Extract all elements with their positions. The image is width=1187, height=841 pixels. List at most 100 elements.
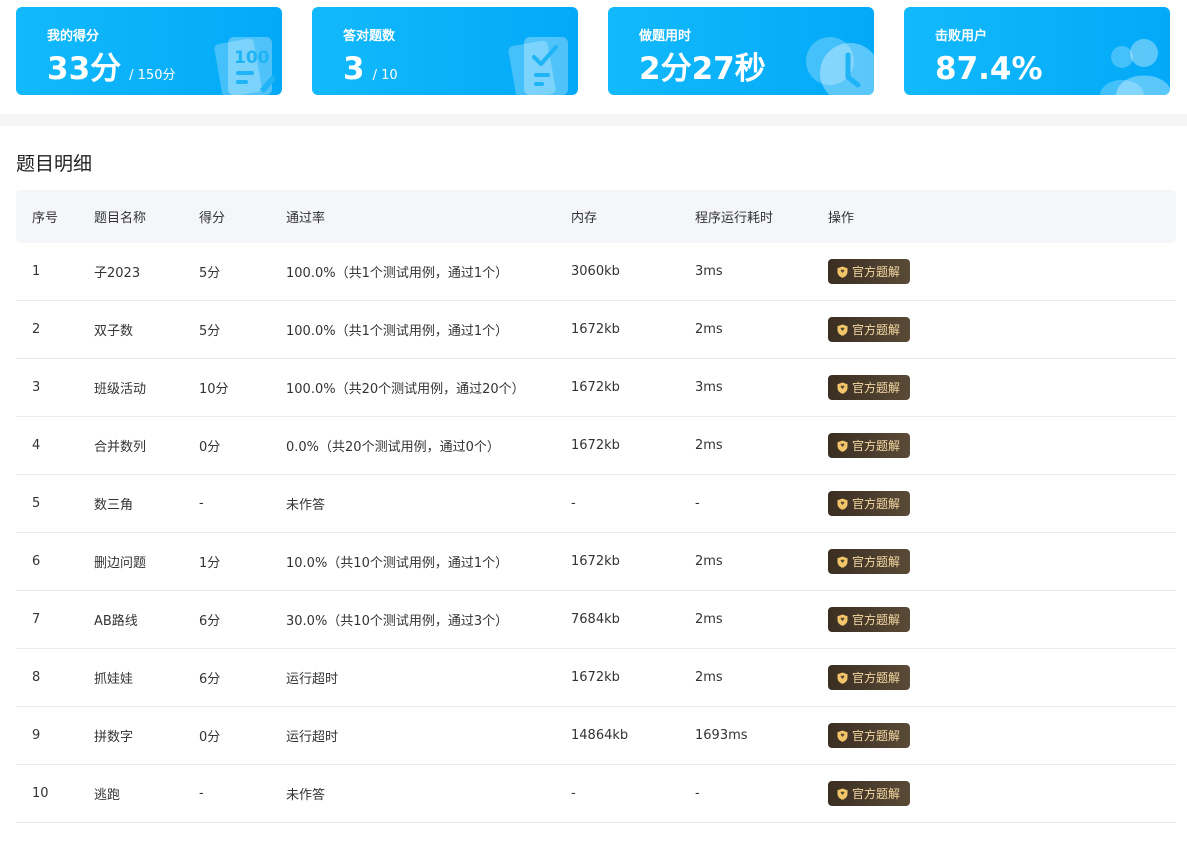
header-runtime: 程序运行耗时 [695,211,774,226]
official-solution-label: 官方题解 [852,613,901,627]
row-score: 10分 [199,382,229,397]
row-action: 官方题解 [828,765,911,822]
row-runtime: 2ms [695,438,723,453]
official-solution-label: 官方题解 [852,497,901,511]
stat-card-score: 我的得分 33分 / 150分 100 [16,7,282,95]
row-score: - [199,786,204,801]
stat-label: 做题用时 [639,29,692,44]
table-header: 序号 题目名称 得分 通过率 内存 程序运行耗时 操作 [16,190,1176,243]
row-problem-name: AB路线 [94,614,138,629]
stats-area: 我的得分 33分 / 150分 100 答对题数 3/ 10 做题用时 2分27秒… [0,0,1187,116]
row-index: 1 [32,264,41,279]
table-row: 3 班级活动 10分 100.0%（共20个测试用例，通过20个） 1672kb… [16,359,1176,417]
official-solution-label: 官方题解 [852,555,901,569]
row-memory: 14864kb [571,728,629,743]
shield-icon [837,788,848,800]
row-pass-rate: 100.0%（共1个测试用例，通过1个） [286,266,509,281]
official-solution-label: 官方题解 [852,439,901,453]
row-score: 5分 [199,324,221,339]
table-row: 7 AB路线 6分 30.0%（共10个测试用例，通过3个） 7684kb 2m… [16,591,1176,649]
stat-label: 我的得分 [47,29,100,44]
row-action: 官方题解 [828,591,911,648]
row-problem-name: 子2023 [94,266,141,281]
row-memory: - [571,496,576,511]
row-action: 官方题解 [828,359,911,416]
shield-icon [837,730,848,742]
shield-icon [837,556,848,568]
table-row: 6 删边问题 1分 10.0%（共10个测试用例，通过1个） 1672kb 2m… [16,533,1176,591]
official-solution-button[interactable]: 官方题解 [828,607,911,632]
row-pass-rate: 10.0%（共10个测试用例，通过1个） [286,556,509,571]
row-pass-rate: 运行超时 [286,672,339,687]
row-runtime: 2ms [695,670,723,685]
row-action: 官方题解 [828,417,911,474]
row-memory: - [571,786,576,801]
problem-table: 序号 题目名称 得分 通过率 内存 程序运行耗时 操作 1 子2023 5分 1… [16,190,1176,823]
section-divider [0,114,1187,126]
shield-icon [837,672,848,684]
shield-icon [837,498,848,510]
official-solution-button[interactable]: 官方题解 [828,781,911,806]
stat-value-row: 33分 / 150分 [47,51,175,87]
header-pass-rate: 通过率 [286,211,326,226]
score-sheet-icon: 100 [214,37,276,95]
row-action: 官方题解 [828,301,911,358]
header-name: 题目名称 [94,211,147,226]
row-runtime: 2ms [695,612,723,627]
row-pass-rate: 100.0%（共20个测试用例，通过20个） [286,382,525,397]
table-row: 5 数三角 - 未作答 - - 官方题解 [16,475,1176,533]
official-solution-button[interactable]: 官方题解 [828,723,911,748]
row-score: 0分 [199,730,221,745]
table-row: 8 抓娃娃 6分 运行超时 1672kb 2ms 官方题解 [16,649,1176,707]
header-score: 得分 [199,211,226,226]
official-solution-button[interactable]: 官方题解 [828,491,911,516]
stat-value: 87.4% [935,51,1043,87]
row-score: 0分 [199,440,221,455]
stat-sub: / 150分 [129,68,176,83]
stat-label: 击败用户 [935,29,988,44]
official-solution-button[interactable]: 官方题解 [828,259,911,284]
official-solution-button[interactable]: 官方题解 [828,317,911,342]
row-problem-name: 拼数字 [94,730,134,745]
row-index: 4 [32,438,41,453]
users-icon [1100,39,1170,95]
stat-value: 2分27秒 [639,51,766,87]
shield-icon [837,324,848,336]
row-index: 7 [32,612,41,627]
table-row: 2 双子数 5分 100.0%（共1个测试用例，通过1个） 1672kb 2ms… [16,301,1176,359]
shield-icon [837,440,848,452]
official-solution-label: 官方题解 [852,671,901,685]
official-solution-button[interactable]: 官方题解 [828,549,911,574]
row-runtime: 3ms [695,264,723,279]
row-score: 6分 [199,614,221,629]
row-memory: 1672kb [571,438,620,453]
official-solution-button[interactable]: 官方题解 [828,665,911,690]
row-index: 5 [32,496,41,511]
stat-value-row: 87.4% [935,51,1051,87]
svg-text:100: 100 [234,48,270,68]
shield-icon [837,614,848,626]
table-body: 1 子2023 5分 100.0%（共1个测试用例，通过1个） 3060kb 3… [16,243,1176,823]
official-solution-button[interactable]: 官方题解 [828,433,911,458]
stat-value: 33分 [47,51,122,87]
row-problem-name: 双子数 [94,324,134,339]
row-pass-rate: 100.0%（共1个测试用例，通过1个） [286,324,509,339]
row-memory: 7684kb [571,612,620,627]
stat-card-time: 做题用时 2分27秒 [608,7,874,95]
stat-value: 3 [343,51,365,87]
header-memory: 内存 [571,211,598,226]
table-row: 4 合并数列 0分 0.0%（共20个测试用例，通过0个） 1672kb 2ms… [16,417,1176,475]
official-solution-label: 官方题解 [852,729,901,743]
official-solution-button[interactable]: 官方题解 [828,375,911,400]
row-memory: 1672kb [571,322,620,337]
official-solution-label: 官方题解 [852,265,901,279]
official-solution-label: 官方题解 [852,323,901,337]
row-score: 1分 [199,556,221,571]
table-row: 9 拼数字 0分 运行超时 14864kb 1693ms 官方题解 [16,707,1176,765]
row-action: 官方题解 [828,707,911,764]
stat-card-correct: 答对题数 3 / 10 [312,7,578,95]
official-solution-label: 官方题解 [852,381,901,395]
section-title: 题目明细 [16,153,93,175]
table-row: 1 子2023 5分 100.0%（共1个测试用例，通过1个） 3060kb 3… [16,243,1176,301]
row-pass-rate: 未作答 [286,498,326,513]
